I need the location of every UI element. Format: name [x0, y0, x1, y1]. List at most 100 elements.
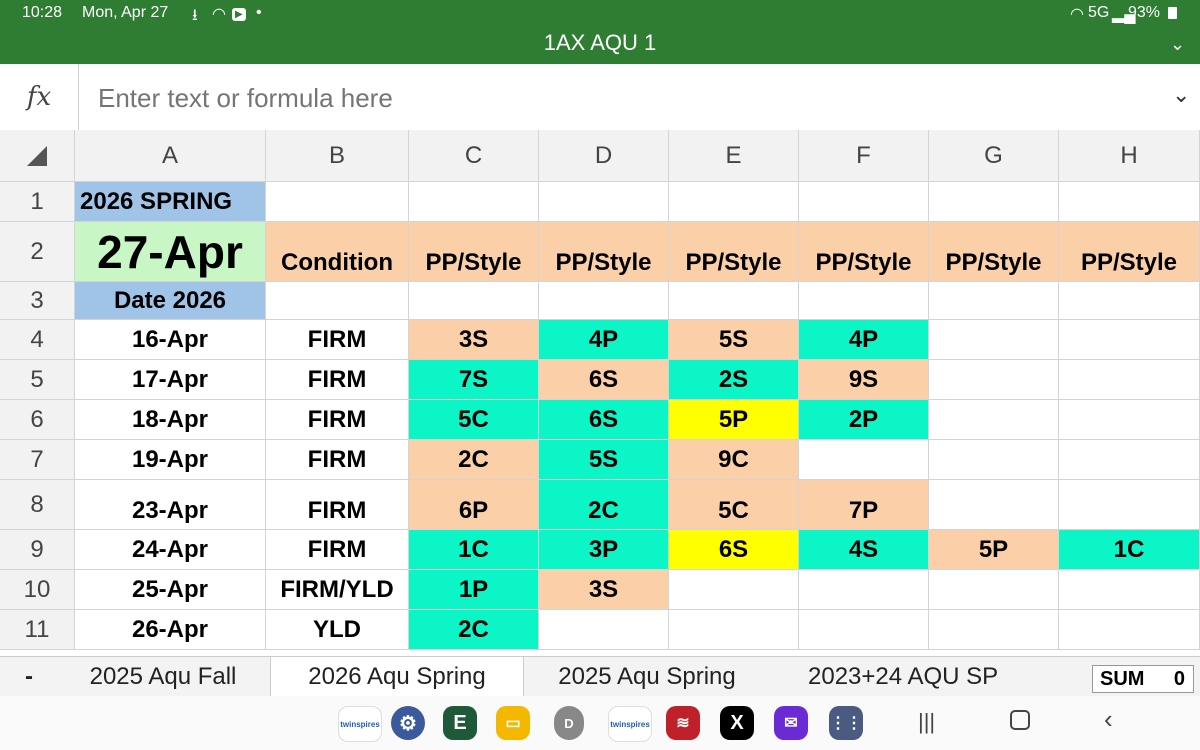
cell-b11[interactable]: YLD — [266, 610, 409, 650]
cell-b7[interactable]: FIRM — [266, 440, 409, 480]
cell-a4[interactable]: 16-Apr — [75, 320, 266, 360]
row-header[interactable]: 3 — [0, 282, 75, 320]
cell-g8[interactable] — [929, 480, 1059, 530]
sheet-tab[interactable]: 2023+24 AQU SP — [772, 657, 998, 697]
twinspires-app-icon[interactable]: twinspires — [338, 706, 382, 742]
cell-h8[interactable] — [1059, 480, 1200, 530]
cell-a5[interactable]: 17-Apr — [75, 360, 266, 400]
cell-b2[interactable]: Condition — [266, 222, 409, 282]
cell-f10[interactable] — [799, 570, 929, 610]
cell-d3[interactable] — [539, 282, 669, 320]
row-header[interactable]: 4 — [0, 320, 75, 360]
column-header[interactable]: A — [75, 130, 266, 182]
document-title[interactable]: 1AX AQU 1 — [0, 30, 1200, 56]
cell-c9[interactable]: 1C — [409, 530, 539, 570]
x-app-icon[interactable]: X — [720, 706, 754, 740]
sheet-tab[interactable]: 2025 Aqu Fall — [58, 657, 268, 697]
cell-e2[interactable]: PP/Style — [669, 222, 799, 282]
cell-b9[interactable]: FIRM — [266, 530, 409, 570]
row-header[interactable]: 7 — [0, 440, 75, 480]
formula-input[interactable] — [96, 78, 1140, 118]
row-header[interactable]: 10 — [0, 570, 75, 610]
cell-g3[interactable] — [929, 282, 1059, 320]
cell-d6[interactable]: 6S — [539, 400, 669, 440]
cell-h7[interactable] — [1059, 440, 1200, 480]
cell-d8[interactable]: 2C — [539, 480, 669, 530]
cell-d7[interactable]: 5S — [539, 440, 669, 480]
cell-a8[interactable]: 23-Apr — [75, 480, 266, 530]
settings-icon[interactable]: ⚙ — [391, 706, 425, 740]
cell-g2[interactable]: PP/Style — [929, 222, 1059, 282]
cell-h3[interactable] — [1059, 282, 1200, 320]
chevron-down-icon[interactable]: ⌄ — [1172, 82, 1190, 108]
cell-d9[interactable]: 3P — [539, 530, 669, 570]
cell-h2[interactable]: PP/Style — [1059, 222, 1200, 282]
cell-c11[interactable]: 2C — [409, 610, 539, 650]
cell-b10[interactable]: FIRM/YLD — [266, 570, 409, 610]
twinspires-chrome-icon[interactable]: twinspires — [608, 706, 652, 742]
cell-g6[interactable] — [929, 400, 1059, 440]
recent-apps-icon[interactable]: ||| — [918, 709, 935, 735]
column-header[interactable]: G — [929, 130, 1059, 182]
cell-g11[interactable] — [929, 610, 1059, 650]
cell-e5[interactable]: 2S — [669, 360, 799, 400]
files-icon[interactable]: ▭ — [496, 706, 530, 740]
red-app-icon[interactable]: ≋ — [666, 706, 700, 740]
cell-d2[interactable]: PP/Style — [539, 222, 669, 282]
select-all-corner[interactable] — [0, 130, 75, 182]
back-icon[interactable]: ‹ — [1104, 704, 1113, 735]
column-header[interactable]: E — [669, 130, 799, 182]
cell-f1[interactable] — [799, 182, 929, 222]
cell-e6[interactable]: 5P — [669, 400, 799, 440]
sheet-menu-button[interactable]: - — [0, 657, 58, 697]
mail-icon[interactable]: ✉ — [774, 706, 808, 740]
apps-grid-icon[interactable]: ⋮⋮ — [829, 706, 863, 740]
column-header[interactable]: F — [799, 130, 929, 182]
d-app-icon[interactable]: D — [554, 706, 584, 740]
fx-icon[interactable]: fx — [0, 64, 79, 130]
row-header[interactable]: 9 — [0, 530, 75, 570]
cell-c3[interactable] — [409, 282, 539, 320]
cell-a11[interactable]: 26-Apr — [75, 610, 266, 650]
cell-b3[interactable] — [266, 282, 409, 320]
cell-c6[interactable]: 5C — [409, 400, 539, 440]
cell-b6[interactable]: FIRM — [266, 400, 409, 440]
cell-g4[interactable] — [929, 320, 1059, 360]
cell-f6[interactable]: 2P — [799, 400, 929, 440]
cell-f5[interactable]: 9S — [799, 360, 929, 400]
cell-d4[interactable]: 4P — [539, 320, 669, 360]
cell-a7[interactable]: 19-Apr — [75, 440, 266, 480]
row-header[interactable]: 8 — [0, 480, 75, 530]
cell-c2[interactable]: PP/Style — [409, 222, 539, 282]
cell-g5[interactable] — [929, 360, 1059, 400]
cell-e4[interactable]: 5S — [669, 320, 799, 360]
sheet-tab[interactable]: 2025 Aqu Spring — [522, 657, 772, 697]
column-header[interactable]: B — [266, 130, 409, 182]
cell-b8[interactable]: FIRM — [266, 480, 409, 530]
sheet-tab-active[interactable]: 2026 Aqu Spring — [270, 657, 524, 697]
column-header[interactable]: H — [1059, 130, 1200, 182]
cell-f8[interactable]: 7P — [799, 480, 929, 530]
cell-d11[interactable] — [539, 610, 669, 650]
cell-f11[interactable] — [799, 610, 929, 650]
cell-g1[interactable] — [929, 182, 1059, 222]
chevron-down-icon[interactable]: ⌄ — [1170, 34, 1185, 55]
cell-f9[interactable]: 4S — [799, 530, 929, 570]
cell-b5[interactable]: FIRM — [266, 360, 409, 400]
cell-c10[interactable]: 1P — [409, 570, 539, 610]
sum-box[interactable]: SUM 0 — [1092, 665, 1194, 693]
home-icon[interactable] — [1010, 710, 1030, 730]
cell-h9[interactable]: 1C — [1059, 530, 1200, 570]
cell-a2[interactable]: 27-Apr — [75, 222, 266, 282]
cell-a9[interactable]: 24-Apr — [75, 530, 266, 570]
cell-g7[interactable] — [929, 440, 1059, 480]
cell-h1[interactable] — [1059, 182, 1200, 222]
cell-e3[interactable] — [669, 282, 799, 320]
cell-h11[interactable] — [1059, 610, 1200, 650]
column-header[interactable]: C — [409, 130, 539, 182]
cell-g10[interactable] — [929, 570, 1059, 610]
row-header[interactable]: 11 — [0, 610, 75, 650]
cell-b1[interactable] — [266, 182, 409, 222]
cell-a3[interactable]: Date 2026 — [75, 282, 266, 320]
cell-e9[interactable]: 6S — [669, 530, 799, 570]
